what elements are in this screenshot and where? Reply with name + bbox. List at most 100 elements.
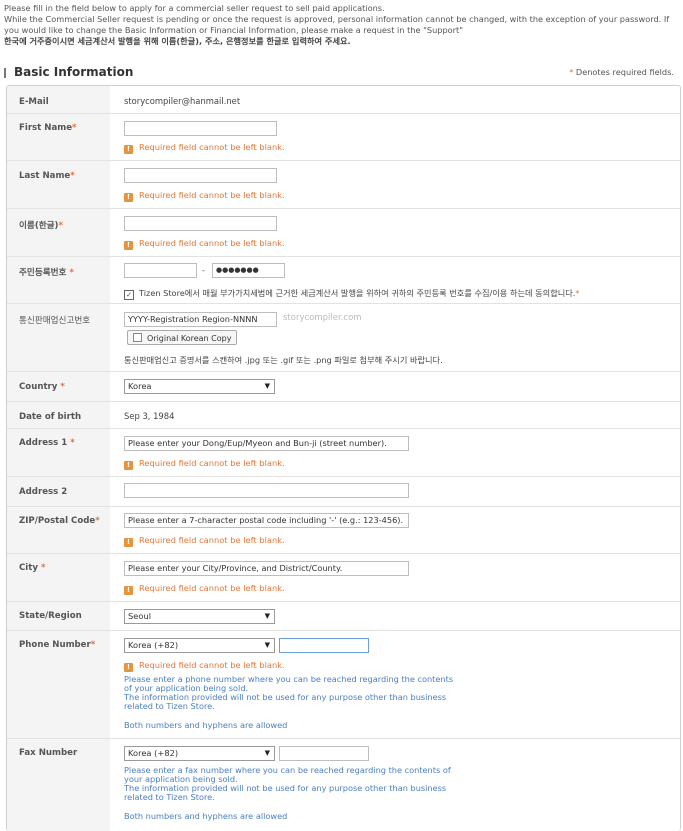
- last-name-label-text: Last Name: [19, 171, 71, 181]
- fax-help-1: Please enter a fax number where you can …: [124, 765, 451, 784]
- last-name-input[interactable]: [124, 168, 277, 183]
- original-copy-button[interactable]: Original Korean Copy: [127, 330, 238, 345]
- last-name-label: Last Name*: [19, 171, 75, 181]
- state-select[interactable]: Seoul ▼: [124, 609, 275, 624]
- city-error: ! Required field cannot be left blank.: [124, 583, 285, 595]
- phone-country-select[interactable]: Korea (+82) ▼: [124, 638, 275, 653]
- zip-error-text: Required field cannot be left blank.: [139, 535, 285, 545]
- chevron-down-icon: ▼: [264, 641, 270, 649]
- last-name-error-text: Required field cannot be left blank.: [139, 190, 285, 200]
- original-copy-label: Original Korean Copy: [147, 334, 232, 343]
- intro-text: Please fill in the field below to apply …: [4, 3, 680, 47]
- phone-help-2: The information provided will not be use…: [124, 692, 447, 711]
- country-select[interactable]: Korea ▼: [124, 379, 275, 394]
- row-mail-order: 통신판매업신고번호 YYYY-Registration Region-NNNN …: [7, 304, 680, 372]
- korean-name-label-text: 이름(한글): [19, 221, 59, 231]
- basic-info-form: E-Mail storycompiler@hanmail.net First N…: [6, 85, 681, 831]
- first-name-error-text: Required field cannot be left blank.: [139, 142, 285, 152]
- city-input[interactable]: Please enter your City/Province, and Dis…: [124, 561, 409, 576]
- consent-text: Tizen Store에서 매월 부가가치세법에 근거한 세금계산서 발행을 위…: [139, 288, 576, 298]
- warning-icon: !: [124, 663, 133, 672]
- phone-error: ! Required field cannot be left blank.: [124, 660, 285, 672]
- row-first-name: First Name* ! Required field cannot be le…: [7, 114, 680, 161]
- required-star: *: [95, 516, 100, 526]
- checkbox-icon: [133, 333, 142, 342]
- address2-input[interactable]: [124, 483, 409, 498]
- resident-number-first-input[interactable]: [124, 263, 197, 278]
- zip-input[interactable]: Please enter a 7-character postal code i…: [124, 513, 409, 528]
- fax-help-2: The information provided will not be use…: [124, 783, 447, 802]
- fax-country-select[interactable]: Korea (+82) ▼: [124, 746, 275, 761]
- warning-icon: !: [124, 241, 133, 250]
- city-label: City *: [19, 563, 45, 573]
- korean-name-error: ! Required field cannot be left blank.: [124, 238, 285, 250]
- intro-line-korean: 한국에 거주중이시면 세금계산서 발행을 위해 이름(한글), 주소, 은행정보…: [4, 36, 351, 46]
- korean-name-input[interactable]: [124, 216, 277, 231]
- first-name-label-text: First Name: [19, 123, 73, 133]
- resident-consent: ✓ Tizen Store에서 매월 부가가치세법에 근거한 세금계산서 발행을 …: [124, 287, 580, 300]
- required-note: * Denotes required fields.: [569, 67, 674, 77]
- required-star: *: [70, 438, 75, 448]
- phone-label: Phone Number*: [19, 640, 95, 650]
- intro-line-2: While the Commercial Seller request is p…: [4, 14, 670, 35]
- phone-error-text: Required field cannot be left blank.: [139, 660, 285, 670]
- mail-order-note: 통신판매업신고 증명서를 스캔하여 .jpg 또는 .gif 또는 .png 파…: [124, 355, 443, 365]
- row-zip: ZIP/Postal Code* Please enter a 7-charac…: [7, 507, 680, 554]
- watermark: storycompiler.com: [283, 313, 362, 323]
- first-name-input[interactable]: [124, 121, 277, 136]
- consent-checkbox[interactable]: ✓: [124, 290, 134, 300]
- warning-icon: !: [124, 193, 133, 202]
- row-country: Country * Korea ▼: [7, 372, 680, 402]
- first-name-error: ! Required field cannot be left blank.: [124, 142, 285, 154]
- zip-label-text: ZIP/Postal Code: [19, 516, 96, 526]
- fax-number-input[interactable]: [279, 746, 369, 761]
- required-star: *: [90, 640, 96, 650]
- country-label-text: Country: [19, 382, 58, 392]
- required-star: *: [69, 268, 74, 278]
- fax-help-3: Both numbers and hyphens are allowed: [124, 811, 288, 821]
- dob-label: Date of birth: [19, 412, 82, 422]
- resident-number-second-input[interactable]: ●●●●●●●: [212, 263, 285, 278]
- row-fax: Fax Number Korea (+82) ▼ Please enter a f…: [7, 739, 680, 831]
- last-name-error: ! Required field cannot be left blank.: [124, 190, 285, 202]
- phone-help-3: Both numbers and hyphens are allowed: [124, 720, 288, 730]
- mail-order-input[interactable]: YYYY-Registration Region-NNNN: [124, 312, 277, 327]
- address2-label: Address 2: [19, 487, 68, 497]
- fax-label: Fax Number: [19, 748, 78, 758]
- row-address-2: Address 2: [7, 477, 680, 507]
- phone-help-1: Please enter a phone number where you ca…: [124, 674, 454, 693]
- mail-order-label: 통신판매업신고번호: [19, 316, 91, 326]
- chevron-down-icon: ▼: [264, 749, 270, 757]
- dob-value: Sep 3, 1984: [124, 411, 175, 421]
- chevron-down-icon: ▼: [264, 612, 270, 620]
- zip-label: ZIP/Postal Code*: [19, 516, 100, 526]
- resident-number-label-text: 주민등록번호: [19, 268, 67, 278]
- city-error-text: Required field cannot be left blank.: [139, 583, 285, 593]
- required-star: *: [72, 123, 77, 133]
- required-star: *: [40, 563, 46, 573]
- row-korean-name: 이름(한글)* ! Required field cannot be left b…: [7, 209, 680, 257]
- required-star: *: [569, 67, 574, 77]
- country-label: Country *: [19, 382, 65, 392]
- section-header: Basic Information * Denotes required fie…: [4, 65, 680, 81]
- chevron-down-icon: ▼: [264, 382, 270, 390]
- section-title: Basic Information: [14, 65, 134, 79]
- email-value: storycompiler@hanmail.net: [124, 96, 241, 106]
- intro-line-1: Please fill in the field below to apply …: [4, 3, 385, 13]
- warning-icon: !: [124, 461, 133, 470]
- country-value: Korea: [128, 381, 152, 391]
- address1-input[interactable]: Please enter your Dong/Eup/Myeon and Bun…: [124, 436, 409, 451]
- state-value: Seoul: [128, 611, 152, 621]
- row-address-1: Address 1 * Please enter your Dong/Eup/M…: [7, 429, 680, 477]
- korean-name-error-text: Required field cannot be left blank.: [139, 238, 285, 248]
- row-city: City * Please enter your City/Province, …: [7, 554, 680, 602]
- phone-country-value: Korea (+82): [128, 640, 179, 650]
- phone-number-input[interactable]: [279, 638, 369, 653]
- row-state: State/Region Seoul ▼: [7, 602, 680, 631]
- row-date-of-birth: Date of birth Sep 3, 1984: [7, 402, 680, 429]
- address1-label-text: Address 1: [19, 438, 68, 448]
- warning-icon: !: [124, 145, 133, 154]
- resident-number-label: 주민등록번호 *: [19, 266, 74, 278]
- zip-error: ! Required field cannot be left blank.: [124, 535, 285, 547]
- required-star: *: [70, 171, 75, 181]
